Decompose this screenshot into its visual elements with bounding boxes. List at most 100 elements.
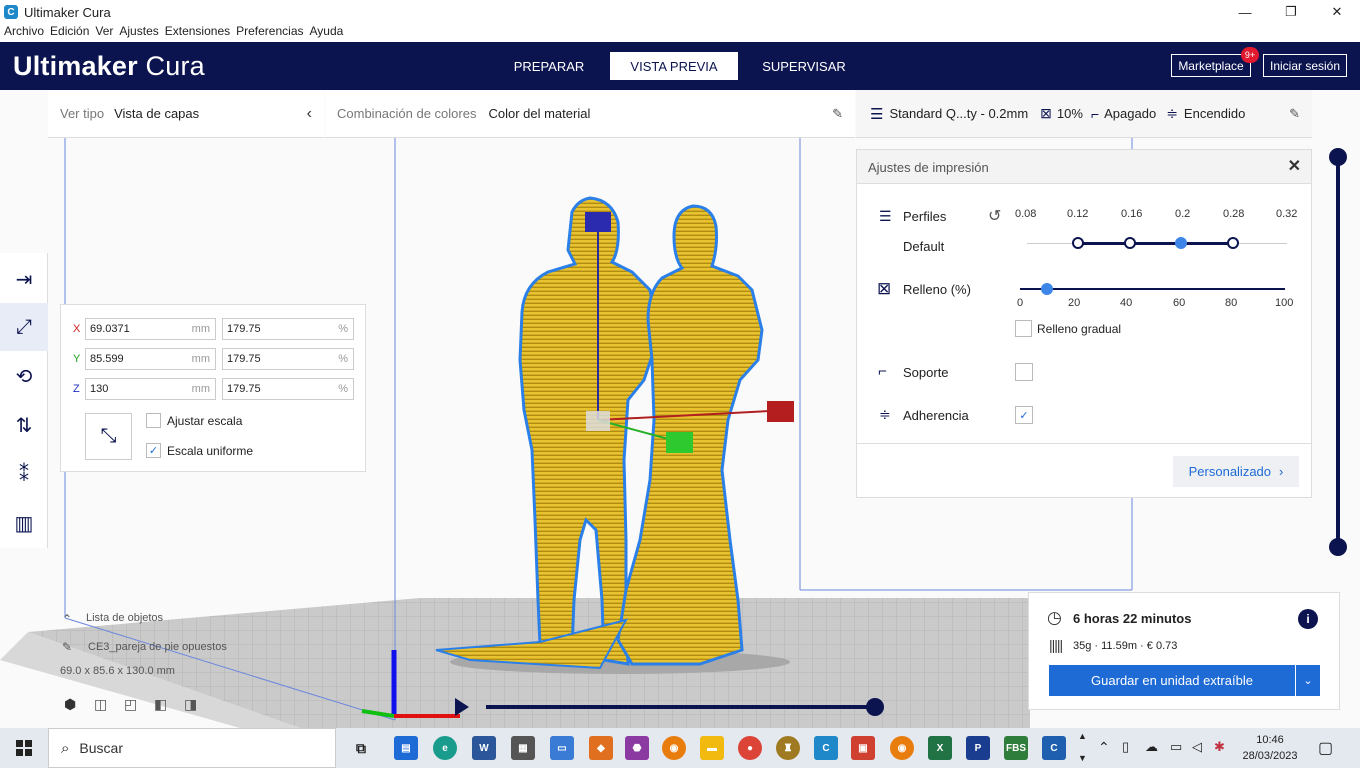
cura-taskbar-icon[interactable]: C — [814, 736, 838, 760]
output-panel: ◷ 6 horas 22 minutos i ||||| 35g · 11.59… — [1028, 592, 1340, 710]
infill-tick: 20 — [1068, 297, 1081, 309]
show-hidden-icons[interactable]: ⌃ — [1098, 739, 1110, 756]
calculator-icon[interactable]: ▦ — [511, 736, 535, 760]
signin-button[interactable]: Iniciar sesión — [1263, 54, 1347, 77]
blender-icon[interactable]: ◉ — [662, 736, 686, 760]
layer-slider-top-handle[interactable] — [1329, 148, 1347, 166]
chevron-down-icon[interactable]: ⌄ — [1296, 665, 1320, 696]
menu-ajustes[interactable]: Ajustes — [119, 24, 158, 42]
maximize-button[interactable]: ❐ — [1268, 0, 1314, 24]
app-gold-icon[interactable]: ♜ — [776, 736, 800, 760]
view-3d-icon[interactable]: ⬢ — [64, 696, 76, 713]
action-center-icon[interactable]: ▢ — [1318, 738, 1333, 758]
layer-height-selected[interactable] — [1175, 237, 1187, 249]
app-p-icon[interactable]: P — [966, 736, 990, 760]
taskbar-clock[interactable]: 10:46 28/03/2023 — [1234, 732, 1306, 764]
layer-path-slider-handle[interactable] — [866, 698, 884, 716]
menu-archivo[interactable]: Archivo — [4, 24, 44, 42]
menu-extensiones[interactable]: Extensiones — [165, 24, 230, 42]
start-button[interactable] — [0, 728, 48, 768]
layer-height-option[interactable] — [1072, 237, 1084, 249]
scale-z-mm-input[interactable]: 130 mm — [85, 378, 216, 400]
per-model-settings-icon[interactable]: ⁑ — [0, 450, 48, 498]
app-red-icon[interactable]: ▣ — [851, 736, 875, 760]
close-window-button[interactable]: ✕ — [1314, 0, 1360, 24]
app-purple-icon[interactable]: ⬣ — [625, 736, 649, 760]
view-type-selector[interactable]: Ver tipo Vista de capas ‹ — [48, 90, 324, 138]
menu-edicion[interactable]: Edición — [50, 24, 89, 42]
reset-scale-icon[interactable]: ⤡ — [85, 413, 132, 460]
color-scheme-selector[interactable]: Combinación de colores Color del materia… — [325, 90, 855, 138]
custom-settings-button[interactable]: Personalizado › — [1173, 456, 1299, 487]
scale-y-mm-input[interactable]: 85.599 mm — [85, 348, 216, 370]
rotate-tool-icon[interactable]: ⟲ — [0, 352, 48, 400]
menu-ayuda[interactable]: Ayuda — [310, 24, 344, 42]
volume-icon[interactable]: ◁ — [1192, 739, 1202, 755]
tab-vista-previa[interactable]: VISTA PREVIA — [610, 52, 738, 80]
app-icon[interactable]: ▭ — [550, 736, 574, 760]
menu-ver[interactable]: Ver — [95, 24, 113, 42]
windows-taskbar: ⌕ Buscar ⧉ ▤ e W ▦ ▭ ◆ ⬣ ◉ ▬ ● ♜ C ▣ ◉ X… — [0, 728, 1360, 768]
edge-icon[interactable]: e — [433, 736, 457, 760]
infill-track[interactable] — [1020, 288, 1285, 290]
layer-path-slider-track[interactable] — [486, 705, 876, 709]
layer-slider-bottom-handle[interactable] — [1329, 538, 1347, 556]
object-list-toggle[interactable]: Lista de objetos — [86, 612, 163, 624]
gradual-infill-checkbox[interactable] — [1015, 320, 1032, 337]
taskbar-search[interactable]: ⌕ Buscar — [48, 728, 336, 768]
info-icon[interactable]: i — [1298, 609, 1318, 629]
layer-height-option[interactable] — [1124, 237, 1136, 249]
scale-x-percent-input[interactable]: 179.75% — [222, 318, 354, 340]
view-left-icon[interactable]: ◧ — [154, 696, 167, 713]
layer-height-tick: 0.12 — [1067, 208, 1089, 220]
app-orange-icon[interactable]: ◆ — [589, 736, 613, 760]
notification-app-icon[interactable]: ✱ — [1214, 739, 1225, 755]
task-view-icon[interactable]: ⧉ — [349, 736, 373, 760]
cloud-icon[interactable]: ☁ — [1145, 739, 1158, 755]
adhesion-checkbox[interactable]: ✓ — [1015, 406, 1033, 424]
layer-slider-track[interactable] — [1336, 157, 1340, 548]
snap-scale-checkbox[interactable] — [146, 413, 161, 428]
scale-tool-icon[interactable]: ⤢ — [0, 303, 48, 351]
play-icon[interactable] — [455, 698, 469, 716]
fbs-icon[interactable]: FBS — [1004, 736, 1028, 760]
support-blocker-icon[interactable]: ▥ — [0, 499, 48, 547]
move-tool-icon[interactable]: ⇥ — [0, 255, 48, 303]
menu-preferencias[interactable]: Preferencias — [236, 24, 303, 42]
layer-height-option[interactable] — [1227, 237, 1239, 249]
blender-icon[interactable]: ◉ — [890, 736, 914, 760]
folder-icon[interactable]: ▬ — [700, 736, 724, 760]
scale-z-percent-input[interactable]: 179.75% — [222, 378, 354, 400]
uniform-scale-checkbox[interactable]: ✓ — [146, 443, 161, 458]
chevron-up-icon[interactable]: ⌃ — [62, 612, 72, 626]
scale-y-percent-input[interactable]: 179.75% — [222, 348, 354, 370]
device-icon[interactable]: ▯ — [1122, 739, 1129, 755]
store-icon[interactable]: ▤ — [394, 736, 418, 760]
scale-x-mm-input[interactable]: 69.0371 mm — [85, 318, 216, 340]
excel-icon[interactable]: X — [928, 736, 952, 760]
view-front-icon[interactable]: ◫ — [94, 696, 107, 713]
support-checkbox[interactable] — [1015, 363, 1033, 381]
minimize-button[interactable]: — — [1222, 0, 1268, 24]
save-removable-drive-button[interactable]: Guardar en unidad extraíble — [1049, 665, 1295, 696]
tab-supervisar[interactable]: SUPERVISAR — [754, 52, 854, 80]
close-icon[interactable]: ✕ — [1288, 156, 1301, 176]
scroll-up-icon[interactable]: ▲ — [1078, 731, 1087, 741]
network-icon[interactable]: ▭ — [1170, 739, 1182, 755]
chrome-icon[interactable]: ● — [738, 736, 762, 760]
tab-preparar[interactable]: PREPARAR — [500, 52, 598, 80]
object-name[interactable]: CE3_pareja de pie opuestos — [88, 641, 227, 653]
pencil-icon: ✎ — [62, 640, 73, 654]
reset-icon[interactable]: ↺ — [988, 206, 1001, 226]
scroll-down-icon[interactable]: ▼ — [1078, 753, 1087, 763]
cura-icon[interactable]: C — [1042, 736, 1066, 760]
infill-slider-handle[interactable] — [1041, 283, 1053, 295]
title-bar: C Ultimaker Cura — ❐ ✕ — [0, 0, 1360, 24]
marketplace-button[interactable]: Marketplace — [1171, 54, 1251, 77]
word-icon[interactable]: W — [472, 736, 496, 760]
view-right-icon[interactable]: ◨ — [184, 696, 197, 713]
view-top-icon[interactable]: ◰ — [124, 696, 137, 713]
chevron-right-icon: › — [1279, 464, 1284, 479]
mirror-tool-icon[interactable]: ⇅ — [0, 401, 48, 449]
print-setup-bar[interactable]: ☰ Standard Q...ty - 0.2mm ⊠ 10% ⌐ Apagad… — [856, 90, 1312, 138]
